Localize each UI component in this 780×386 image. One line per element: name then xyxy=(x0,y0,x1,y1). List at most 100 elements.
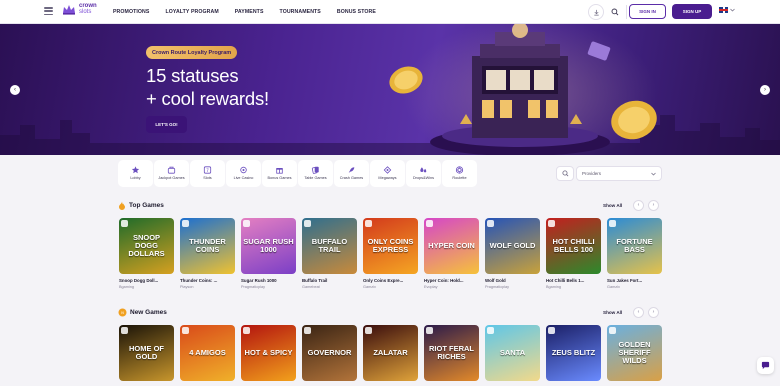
crown-tag-icon xyxy=(304,327,311,334)
game-card[interactable]: HOT CHILLI BELLS 100 Hot Chilli Bells 1..… xyxy=(546,218,601,289)
chat-support-button[interactable] xyxy=(757,357,774,374)
category-jackpot-games[interactable]: Jackpot Games xyxy=(154,160,189,187)
crown-tag-icon xyxy=(548,327,555,334)
top-games-show-all[interactable]: Show All xyxy=(603,203,622,208)
game-card[interactable]: GOLDEN SHERIFF WILDS xyxy=(607,325,662,381)
drops-icon xyxy=(420,167,427,173)
game-art-title: GOVERNOR xyxy=(307,348,352,357)
game-card[interactable]: THUNDER COINS Thunder Coins: ... Playson xyxy=(180,218,235,289)
category-label: Table Games xyxy=(304,176,327,181)
nav-loyalty-program[interactable]: LOYALTY PROGRAM xyxy=(165,9,218,15)
category-slots[interactable]: 7 Slots xyxy=(190,160,225,187)
game-card[interactable]: WOLF GOLD Wolf Gold Pragmaticplay xyxy=(485,218,540,289)
category-bonus-games[interactable]: Bonus Games xyxy=(262,160,297,187)
game-thumbnail[interactable]: SNOOP DOGG DOLLARS xyxy=(119,218,174,274)
game-thumbnail[interactable]: ZALATAR xyxy=(363,325,418,381)
category-lobby[interactable]: Lobby xyxy=(118,160,153,187)
crown-tag-icon xyxy=(121,327,128,334)
sign-up-button[interactable]: SIGN UP xyxy=(672,4,712,19)
game-card[interactable]: FORTUNE BASS Sun Jakes Fort... Gamzix xyxy=(607,218,662,289)
crown-tag-icon xyxy=(304,220,311,227)
game-name[interactable]: Only Coins Expre... xyxy=(363,278,418,283)
game-card[interactable]: SNOOP DOGG DOLLARS Snoop Dogg Doll... Bgam… xyxy=(119,218,174,289)
game-card[interactable]: ONLY COINS EXPRESS Only Coins Expre... Gam… xyxy=(363,218,418,289)
crown-tag-icon xyxy=(365,327,372,334)
crown-tag-icon xyxy=(609,220,616,227)
game-card[interactable]: ZEUS BLITZ xyxy=(546,325,601,381)
game-card[interactable]: 4 AMIGOS xyxy=(180,325,235,381)
providers-dropdown[interactable]: Providers xyxy=(576,166,662,181)
game-card[interactable]: ZALATAR xyxy=(363,325,418,381)
game-art-title: ZALATAR xyxy=(373,348,408,357)
game-thumbnail[interactable]: HOT & SPICY xyxy=(241,325,296,381)
game-thumbnail[interactable]: HYPER COIN xyxy=(424,218,479,274)
game-card[interactable]: SUGAR RUSH 1000 Sugar Rush 1000 Pragmaticp… xyxy=(241,218,296,289)
category-table-games[interactable]: Table Games xyxy=(298,160,333,187)
star-icon xyxy=(131,166,140,174)
game-thumbnail[interactable]: GOVERNOR xyxy=(302,325,357,381)
rocket-icon xyxy=(348,167,355,174)
game-search-button[interactable] xyxy=(556,166,574,181)
game-card[interactable]: HYPER COIN Hyper Coin: Hold... Evoplay xyxy=(424,218,479,289)
banner-prev-arrow[interactable]: ‹ xyxy=(10,85,20,95)
search-icon[interactable] xyxy=(607,4,623,20)
new-games-prev-button[interactable]: ‹ xyxy=(633,306,644,318)
top-games-next-button[interactable]: › xyxy=(648,199,659,211)
promo-banner[interactable]: Crown Route Loyalty Program 15 statuses … xyxy=(0,24,780,155)
game-card[interactable]: SANTA xyxy=(485,325,540,381)
game-name[interactable]: Buffalo Trail xyxy=(302,278,357,283)
game-thumbnail[interactable]: 4 AMIGOS xyxy=(180,325,235,381)
game-name[interactable]: Hot Chilli Bells 1... xyxy=(546,278,601,283)
game-art-title: SANTA xyxy=(499,348,526,357)
game-thumbnail[interactable]: FORTUNE BASS xyxy=(607,218,662,274)
game-thumbnail[interactable]: ZEUS BLITZ xyxy=(546,325,601,381)
lets-go-button[interactable]: LET'S GO! xyxy=(146,116,187,133)
game-card[interactable]: BUFFALO TRAIL Buffalo Trail Gamebeat xyxy=(302,218,357,289)
crown-tag-icon xyxy=(426,327,433,334)
nav-bonus-store[interactable]: BONUS STORE xyxy=(337,9,376,15)
game-thumbnail[interactable]: SANTA xyxy=(485,325,540,381)
nav-tournaments[interactable]: TOURNAMENTS xyxy=(280,9,321,15)
game-card[interactable]: HOME OF GOLD xyxy=(119,325,174,381)
banner-next-arrow[interactable]: › xyxy=(760,85,770,95)
category-megaways[interactable]: Megaways xyxy=(370,160,405,187)
game-thumbnail[interactable]: GOLDEN SHERIFF WILDS xyxy=(607,325,662,381)
category-live-casino[interactable]: Live Casino xyxy=(226,160,261,187)
category-crash-games[interactable]: Crash Games xyxy=(334,160,369,187)
fire-icon xyxy=(119,201,125,210)
svg-text:N: N xyxy=(121,311,124,315)
game-card[interactable]: GOVERNOR xyxy=(302,325,357,381)
game-thumbnail[interactable]: THUNDER COINS xyxy=(180,218,235,274)
city-skyline xyxy=(0,115,780,155)
game-name[interactable]: Wolf Gold xyxy=(485,278,540,283)
nav-promotions[interactable]: PROMOTIONS xyxy=(113,9,149,15)
crown-slots-logo[interactable]: crown slots xyxy=(62,3,97,15)
sign-in-button[interactable]: SIGN IN xyxy=(629,4,666,19)
game-thumbnail[interactable]: WOLF GOLD xyxy=(485,218,540,274)
game-thumbnail[interactable]: RIOT FERAL RICHES xyxy=(424,325,479,381)
game-thumbnail[interactable]: SUGAR RUSH 1000 xyxy=(241,218,296,274)
nav-payments[interactable]: PAYMENTS xyxy=(235,9,264,15)
new-games-next-button[interactable]: › xyxy=(648,306,659,318)
menu-icon[interactable] xyxy=(44,7,53,15)
game-name[interactable]: Hyper Coin: Hold... xyxy=(424,278,479,283)
game-name[interactable]: Snoop Dogg Doll... xyxy=(119,278,174,283)
game-name[interactable]: Thunder Coins: ... xyxy=(180,278,235,283)
game-thumbnail[interactable]: HOME OF GOLD xyxy=(119,325,174,381)
game-thumbnail[interactable]: BUFFALO TRAIL xyxy=(302,218,357,274)
download-icon[interactable] xyxy=(588,4,604,20)
category-roulette[interactable]: Roulette xyxy=(442,160,477,187)
uk-flag-icon xyxy=(719,7,728,13)
language-selector[interactable] xyxy=(719,7,735,13)
game-card[interactable]: HOT & SPICY xyxy=(241,325,296,381)
game-provider: Gamzix xyxy=(363,285,376,289)
category-drops-wins[interactable]: Drops&Wins xyxy=(406,160,441,187)
game-name[interactable]: Sugar Rush 1000 xyxy=(241,278,296,283)
new-games-show-all[interactable]: Show All xyxy=(603,310,622,315)
crown-tag-icon xyxy=(243,220,250,227)
game-thumbnail[interactable]: HOT CHILLI BELLS 100 xyxy=(546,218,601,274)
game-card[interactable]: RIOT FERAL RICHES xyxy=(424,325,479,381)
game-thumbnail[interactable]: ONLY COINS EXPRESS xyxy=(363,218,418,274)
game-name[interactable]: Sun Jakes Fort... xyxy=(607,278,662,283)
top-games-prev-button[interactable]: ‹ xyxy=(633,199,644,211)
